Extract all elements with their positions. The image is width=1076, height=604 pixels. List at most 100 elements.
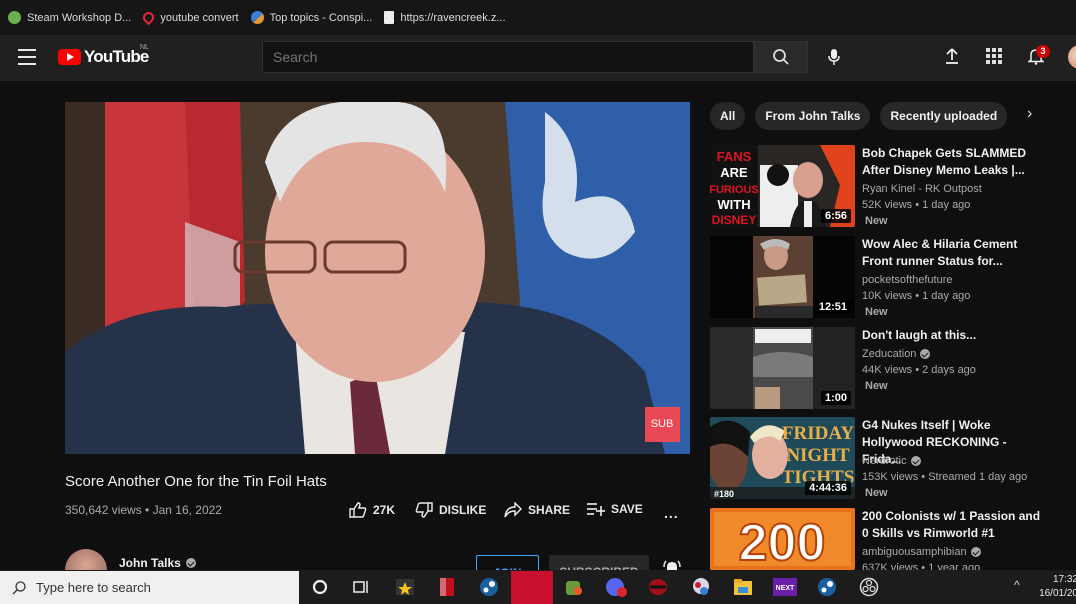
watch-page: SUB Score Another One for the Tin Foil H… <box>0 81 1076 591</box>
save-button[interactable]: SAVE <box>587 502 643 516</box>
steam-icon[interactable] <box>476 574 502 600</box>
discord-icon[interactable] <box>603 574 629 600</box>
channel-name-text: Ryan Kinel - RK Outpost <box>862 183 982 195</box>
dislike-button[interactable]: DISLIKE <box>415 502 486 518</box>
video-thumbnail[interactable]: 1:00 <box>710 327 855 409</box>
like-count: 27K <box>373 503 396 517</box>
channel-name-text: John Talks <box>119 556 181 570</box>
video-thumbnail[interactable]: FRIDAY NIGHT TIGHTS #180 4:44:36 <box>710 417 855 499</box>
channel-name[interactable]: Nerdrotic <box>862 455 921 467</box>
svg-text:ARE: ARE <box>720 165 748 180</box>
video-thumbnail[interactable]: 200 <box>710 508 855 570</box>
channel-name[interactable]: Ryan Kinel - RK Outpost <box>862 183 982 195</box>
chip-from-channel[interactable]: From John Talks <box>755 102 871 130</box>
chip-recently-uploaded[interactable]: Recently uploaded <box>880 102 1008 130</box>
video-player[interactable]: SUB <box>65 102 690 454</box>
thumbs-down-icon <box>415 502 433 518</box>
account-avatar[interactable] <box>1068 45 1076 69</box>
obs-icon[interactable] <box>856 574 882 600</box>
red-app-icon[interactable] <box>434 574 460 600</box>
show-hidden-icons-chevron-up-icon[interactable]: ^ <box>1014 578 1020 592</box>
bookmark-label: https://ravencreek.z... <box>400 11 506 24</box>
red-sphere-icon[interactable] <box>645 574 671 600</box>
location-pin-icon <box>141 9 157 26</box>
chips-next-icon[interactable]: › <box>1027 105 1045 127</box>
more-actions-button[interactable]: ... <box>664 505 679 521</box>
file-explorer-icon[interactable] <box>730 574 756 600</box>
bookmark-youtube-convert[interactable]: youtube convert <box>141 9 239 26</box>
video-title: 200 Colonists w/ 1 Passion and 0 Skills … <box>862 508 1042 542</box>
recommended-video[interactable]: 1:00 Don't laugh at this... Zeducation 4… <box>710 327 1076 413</box>
video-title: Score Another One for the Tin Foil Hats <box>65 473 327 490</box>
voice-search-button[interactable] <box>818 41 850 73</box>
country-code: NL <box>140 44 149 51</box>
filter-chips: All All From John Talks Recently uploade… <box>710 102 1008 130</box>
apps-grid-icon <box>986 48 1002 64</box>
shop-icon[interactable] <box>560 574 586 600</box>
bookmark-label: Top topics - Conspi... <box>269 11 373 24</box>
channel-name-text: Nerdrotic <box>862 455 907 467</box>
chip-all[interactable]: All <box>710 102 746 130</box>
bubble-app-icon[interactable] <box>688 574 714 600</box>
create-video-button[interactable] <box>940 44 964 68</box>
bookmark-top-topics[interactable]: Top topics - Conspi... <box>250 11 373 24</box>
taskbar-clock[interactable]: 17:32 16/01/20 <box>1038 573 1076 601</box>
video-stats: 153K views • Streamed 1 day ago <box>862 471 1028 483</box>
steam-alt-icon[interactable] <box>814 574 840 600</box>
video-meta: 350,642 views • Jan 16, 2022 <box>65 503 222 517</box>
recommended-video[interactable]: FANS ARE FURIOUS WITH DISNEY 6:56 Bob Ch… <box>710 145 1076 231</box>
youtube-play-icon <box>58 49 81 65</box>
svg-text:WITH: WITH <box>717 197 750 212</box>
new-badge: New <box>865 487 888 499</box>
cortana-icon[interactable] <box>307 574 333 600</box>
channel-name-text: pocketsofthefuture <box>862 274 953 286</box>
search-input[interactable] <box>262 41 754 73</box>
active-red-app-icon[interactable] <box>511 571 553 604</box>
bookmark-steam-workshop[interactable]: Steam Workshop D... <box>8 11 131 24</box>
title-line: Front runner Status for... <box>862 254 1003 268</box>
share-button[interactable]: SHARE <box>504 502 570 518</box>
verified-icon <box>185 558 196 568</box>
apps-button[interactable] <box>982 44 1006 68</box>
verified-icon <box>920 349 931 359</box>
video-frame: SUB <box>65 102 690 454</box>
bookmark-ravencreek[interactable]: https://ravencreek.z... <box>384 11 506 24</box>
svg-text:NIGHT: NIGHT <box>786 445 850 466</box>
channel-name[interactable]: Zeducation <box>862 348 931 360</box>
channel-name[interactable]: ambiguousamphibian <box>862 546 981 558</box>
microphone-icon <box>828 49 840 65</box>
recommended-video[interactable]: 12:51 Wow Alec & Hilaria Cement Front ru… <box>710 236 1076 322</box>
channel-name[interactable]: pocketsofthefuture <box>862 274 953 286</box>
youtube-header: YouTube NL <box>0 35 1076 81</box>
taskbar-search[interactable]: Type here to search <box>0 571 299 604</box>
steam-icon <box>8 11 21 24</box>
title-line: Don't laugh at this... <box>862 328 977 342</box>
title-line: G4 Nukes Itself | Woke <box>862 418 991 432</box>
dislike-label: DISLIKE <box>439 503 487 517</box>
channel-name-text: Zeducation <box>862 348 917 360</box>
video-duration: 1:00 <box>820 391 851 405</box>
like-button[interactable]: 27K <box>349 502 395 518</box>
bookmark-label: youtube convert <box>160 11 239 24</box>
video-title: Don't laugh at this... <box>862 327 1042 344</box>
channel-name[interactable]: John Talks <box>119 556 196 570</box>
bookmarks-bar: Steam Workshop D... youtube convert Top … <box>0 0 1076 35</box>
verified-icon <box>910 456 921 466</box>
more-icon: ... <box>664 505 679 521</box>
video-thumbnail[interactable]: 12:51 <box>710 236 855 318</box>
title-line: 0 Skills vs Rimworld #1 <box>862 526 995 540</box>
movie-maker-icon[interactable] <box>392 574 418 600</box>
new-badge: New <box>865 306 888 318</box>
search-button[interactable] <box>754 41 808 73</box>
task-view-icon[interactable] <box>348 574 374 600</box>
title-line: Bob Chapek Gets SLAMMED <box>862 146 1027 160</box>
hamburger-menu-icon[interactable] <box>18 49 36 65</box>
watermark-text: SUB <box>651 418 674 430</box>
thumbs-up-icon <box>349 502 367 518</box>
video-title: Wow Alec & Hilaria Cement Front runner S… <box>862 236 1042 270</box>
video-thumbnail[interactable]: FANS ARE FURIOUS WITH DISNEY 6:56 <box>710 145 855 227</box>
clock-time: 17:32 <box>1052 574 1076 585</box>
next-app-icon[interactable]: NEXT <box>772 574 798 600</box>
recommended-video[interactable]: FRIDAY NIGHT TIGHTS #180 4:44:36 G4 Nuke… <box>710 417 1076 503</box>
youtube-logo[interactable]: YouTube <box>58 47 149 67</box>
